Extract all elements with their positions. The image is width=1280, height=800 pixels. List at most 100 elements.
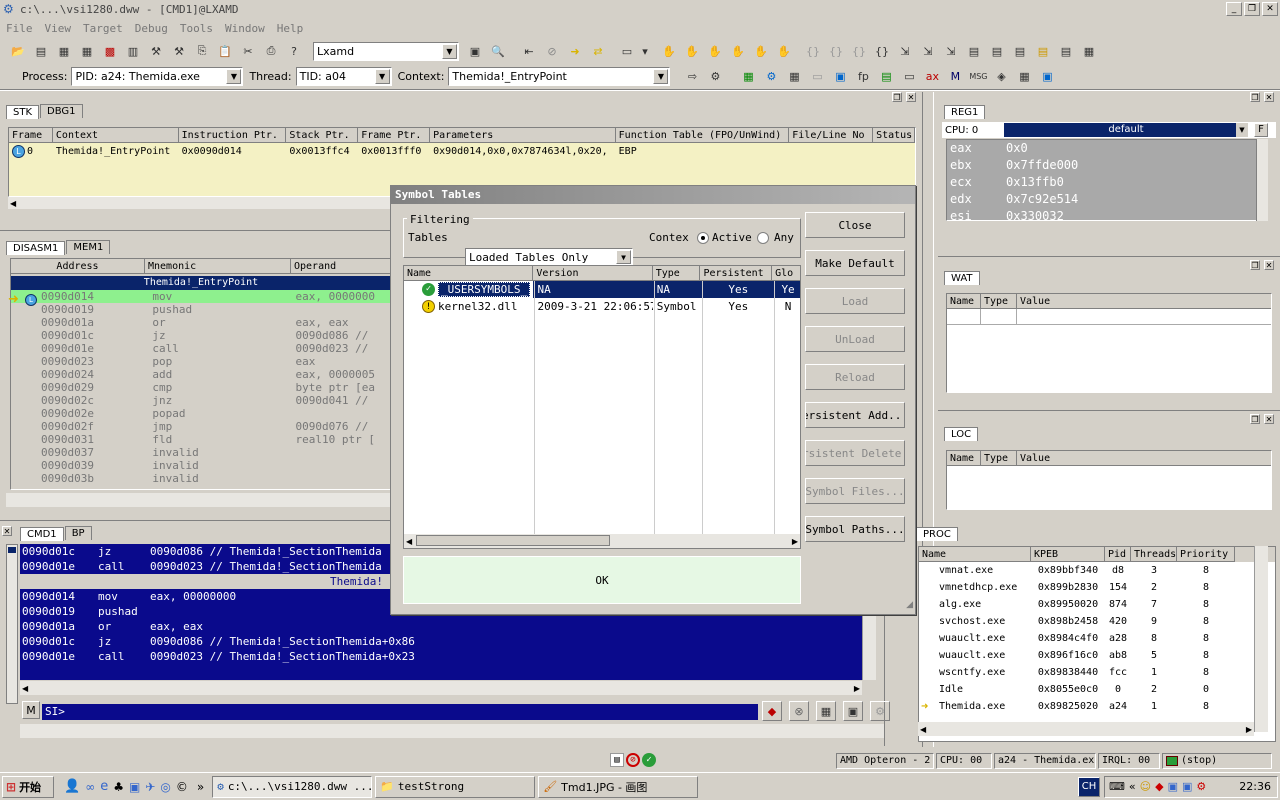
disasm-row[interactable]: 0090d01c jz 0090d086 // <box>11 329 391 342</box>
step-into-icon[interactable]: {} <box>803 41 823 61</box>
register-row[interactable]: ecx 0x13ffb0 <box>950 174 1267 191</box>
process-row[interactable]: Idle 0x8055e0c0 0 2 0 <box>919 681 1275 698</box>
disasm-row[interactable]: 0090d02f jmp 0090d076 // <box>11 420 391 433</box>
col-frame-ptr[interactable]: Frame Ptr. <box>358 128 431 143</box>
disasm-row[interactable]: 0090d02c jnz 0090d041 // <box>11 394 391 407</box>
step-icon[interactable]: ⇤ <box>519 41 539 61</box>
close-button[interactable]: ✕ <box>1262 2 1278 16</box>
dialog-button-0[interactable]: Close <box>805 212 905 238</box>
cmd-settings-icon[interactable]: ⚙ <box>870 701 890 721</box>
cmd-hscroll[interactable]: ◀ ▶ <box>20 681 862 695</box>
pane-maximize-icon[interactable]: ❐ <box>1250 414 1260 424</box>
col-type[interactable]: Type <box>981 451 1017 466</box>
tab-dbg1[interactable]: DBG1 <box>40 104 83 118</box>
bp-hand-6-icon[interactable]: ✋ <box>774 41 794 61</box>
restore-button[interactable]: ❐ <box>1244 2 1260 16</box>
tool-c-icon[interactable]: ▤ <box>964 41 984 61</box>
ie-icon[interactable]: e <box>100 779 108 794</box>
menu-help[interactable]: Help <box>277 22 304 35</box>
disasm-hscroll[interactable] <box>6 493 396 507</box>
chevron-down-icon[interactable]: ▼ <box>226 68 242 84</box>
new-icon[interactable]: ▤ <box>31 41 51 61</box>
register-vscroll[interactable] <box>1256 139 1268 221</box>
col-global[interactable]: Glo <box>772 266 800 281</box>
chevron-down-icon[interactable]: ▼ <box>442 43 457 59</box>
radio-any[interactable] <box>757 232 769 244</box>
thread-combo[interactable]: TID: a04 ▼ <box>295 66 392 86</box>
disasm-row[interactable]: 0090d01a or eax, eax <box>11 316 391 329</box>
symbol-table-row[interactable]: ✓ _USERSYMBOLS_ NA NA Yes Ye <box>404 281 800 298</box>
col-operand[interactable]: Operand <box>291 259 391 274</box>
ql-8-icon[interactable]: © <box>176 780 188 794</box>
ql-7-icon[interactable]: ◎ <box>160 780 170 794</box>
ql-6-icon[interactable]: ✈ <box>145 780 155 794</box>
copy-icon[interactable]: ⎘ <box>192 41 212 61</box>
register-row[interactable]: esi 0x330032 <box>950 208 1267 220</box>
language-indicator[interactable]: CH <box>1078 776 1100 797</box>
register-row[interactable]: eax 0x0 <box>950 140 1267 157</box>
tool-b-icon[interactable]: ⚒ <box>169 41 189 61</box>
resize-grip-icon[interactable]: ◢ <box>901 600 913 612</box>
view-6-icon[interactable]: fp <box>853 66 873 86</box>
col-persistent[interactable]: Persistent <box>700 266 773 281</box>
step-over-icon[interactable]: {} <box>826 41 846 61</box>
connect-icon[interactable]: ▣ <box>465 41 485 61</box>
close-doc-icon[interactable]: ▩ <box>100 41 120 61</box>
process-row[interactable]: vmnetdhcp.exe 0x899b2830 154 2 8 <box>919 579 1275 596</box>
bp-hand-4-icon[interactable]: ✋ <box>728 41 748 61</box>
task-button-teststrong[interactable]: 📁 testStrong <box>375 775 536 798</box>
tool-h-icon[interactable]: ▦ <box>1079 41 1099 61</box>
disasm-row[interactable]: 0090d02e popad <box>11 407 391 420</box>
pane-close-icon[interactable]: ✕ <box>1264 414 1274 424</box>
ok-button[interactable]: OK <box>403 556 801 604</box>
col-pid[interactable]: Pid <box>1105 547 1131 562</box>
pane-maximize-icon[interactable]: ❐ <box>1250 260 1260 270</box>
pane-close-icon[interactable]: ✕ <box>906 92 916 102</box>
tool-f-icon[interactable]: ▤ <box>1033 41 1053 61</box>
tab-cmd1[interactable]: CMD1 <box>20 527 64 541</box>
cmd-stop-icon[interactable]: ⊗ <box>789 701 809 721</box>
tray-1-icon[interactable]: ☺ <box>1140 780 1151 793</box>
properties-icon[interactable]: ▥ <box>123 41 143 61</box>
col-function-table[interactable]: Function Table (FPO/UnWind) <box>615 128 790 143</box>
refresh-icon[interactable]: ⇄ <box>588 41 608 61</box>
pane-close-icon[interactable]: ✕ <box>2 526 12 536</box>
menu-target[interactable]: Target <box>83 22 123 35</box>
disasm-row[interactable]: 0090d023 pop eax <box>11 355 391 368</box>
target-combo[interactable]: Lxamd ▼ <box>313 41 459 61</box>
disasm-row[interactable]: 0090d037 invalid <box>11 446 391 459</box>
minimize-button[interactable]: _ <box>1226 2 1242 16</box>
col-name[interactable]: Name <box>947 451 981 466</box>
tab-loc[interactable]: LOC <box>944 427 979 441</box>
tool-g-icon[interactable]: ▤ <box>1056 41 1076 61</box>
chevron-down-icon[interactable]: ▼ <box>616 250 631 264</box>
disasm-row[interactable]: 0090d01e call 0090d023 // <box>11 342 391 355</box>
command-input[interactable]: SI> <box>42 704 758 720</box>
view-5-icon[interactable]: ▣ <box>830 66 850 86</box>
watch-entry-row[interactable] <box>947 309 1271 325</box>
pane-maximize-icon[interactable]: ❐ <box>892 92 902 102</box>
thread-tool-1-icon[interactable]: ⇨ <box>682 66 702 86</box>
disasm-row[interactable]: 0090d019 pushad <box>11 303 391 316</box>
command-mode-icon[interactable]: M <box>22 701 40 719</box>
tool-d-icon[interactable]: ▤ <box>987 41 1007 61</box>
register-row[interactable]: ebx 0x7ffde000 <box>950 157 1267 174</box>
disasm-row[interactable]: 0090d029 cmp byte ptr [ea <box>11 381 391 394</box>
process-combo[interactable]: PID: a24: Themida.exe ▼ <box>71 66 244 86</box>
tool-e-icon[interactable]: ▤ <box>1010 41 1030 61</box>
save-icon[interactable]: ▦ <box>54 41 74 61</box>
dialog-button-8[interactable]: Symbol Paths... <box>805 516 905 542</box>
qq-icon[interactable]: 👤 <box>64 779 80 794</box>
asm-step-icon[interactable]: ⇲ <box>895 41 915 61</box>
cmd-window-icon[interactable]: ▣ <box>843 701 863 721</box>
tab-mem1[interactable]: MEM1 <box>66 240 111 254</box>
view-2-icon[interactable]: ⚙ <box>761 66 781 86</box>
cut-icon[interactable]: ✂ <box>238 41 258 61</box>
process-vscroll[interactable] <box>1254 546 1268 732</box>
bp-hand-3-icon[interactable]: ✋ <box>705 41 725 61</box>
ql-4-icon[interactable]: ♣ <box>113 780 124 794</box>
tab-bp[interactable]: BP <box>64 526 92 540</box>
view-8-icon[interactable]: ▭ <box>899 66 919 86</box>
tray-more-icon[interactable]: « <box>1129 780 1136 793</box>
tray-5-icon[interactable]: ⚙ <box>1196 780 1206 793</box>
